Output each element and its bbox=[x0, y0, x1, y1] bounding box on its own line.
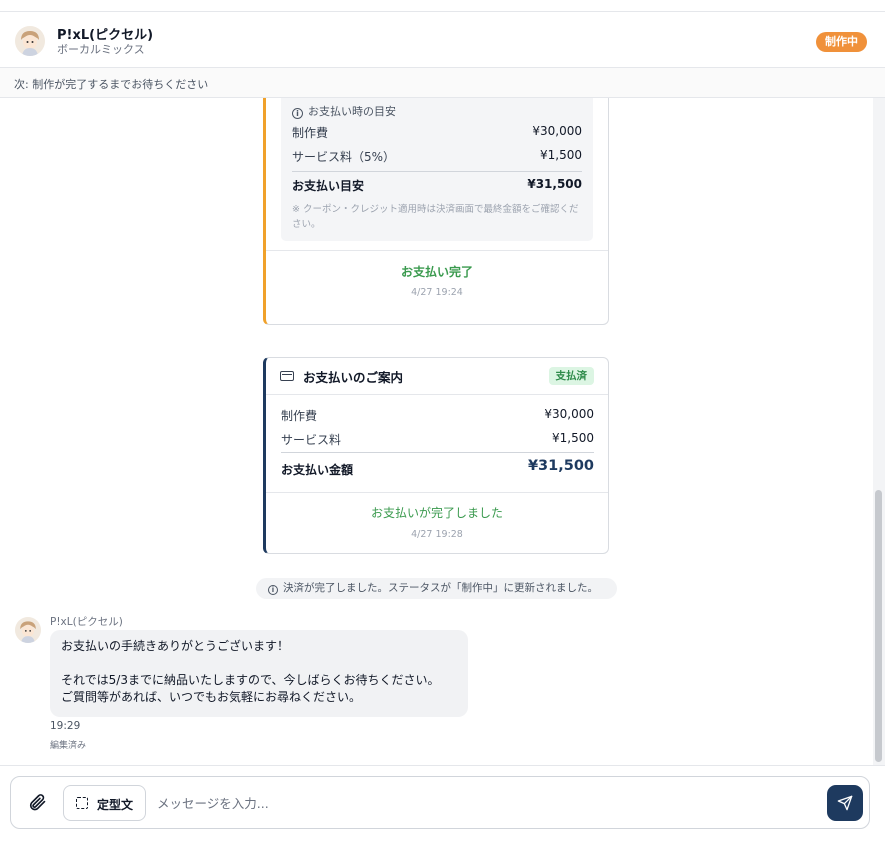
message-line: お支払いの手続きありがとうございます！ bbox=[61, 639, 290, 653]
payment-row-total: お支払い金額 ¥31,500 bbox=[281, 458, 594, 477]
message-line: ご質問等があれば、いつでもお気軽にお尋ねください。 bbox=[61, 690, 362, 704]
chat-header: P!xL(ピクセル) ボーカルミックス 制作中 bbox=[0, 12, 885, 68]
payment-card-title: お支払いのご案内 bbox=[303, 370, 404, 385]
composer: 定型文 bbox=[10, 776, 870, 829]
send-icon bbox=[837, 795, 853, 811]
message-bubble: お支払いの手続きありがとうございます！ それでは5/3までに納品いたしますので、… bbox=[50, 630, 468, 717]
template-button-label: 定型文 bbox=[97, 798, 134, 812]
info-icon: i bbox=[268, 585, 278, 595]
service-name: ボーカルミックス bbox=[57, 43, 145, 56]
info-icon: i bbox=[292, 108, 303, 119]
estimate-row-service: サービス料（5%） ¥1,500 bbox=[292, 148, 582, 164]
divider bbox=[281, 452, 594, 453]
estimate-note: ※ クーポン・クレジット適用時は決済画面で最終金額をご確認ください。 bbox=[292, 204, 579, 230]
status-badge: 制作中 bbox=[816, 32, 867, 52]
credit-card-icon bbox=[280, 371, 294, 381]
scrollbar[interactable] bbox=[873, 98, 885, 765]
system-message: i 決済が完了しました。ステータスが「制作中」に更新されました。 bbox=[256, 578, 617, 599]
message-line: それでは5/3までに納品いたしますので、今しばらくお待ちください。 bbox=[61, 673, 440, 687]
message-list[interactable]: i お支払い時の目安 制作費 ¥30,000 サービス料（5%） ¥1,500 お支払… bbox=[0, 98, 873, 765]
message-input[interactable] bbox=[157, 785, 817, 821]
edited-label: 編集済み bbox=[50, 741, 87, 751]
scrollbar-thumb[interactable] bbox=[875, 490, 882, 762]
payment-row-fee: 制作費 ¥30,000 bbox=[281, 407, 594, 423]
estimate-card: i お支払い時の目安 制作費 ¥30,000 サービス料（5%） ¥1,500 お支払… bbox=[263, 98, 609, 325]
payment-complete-label: お支払いが完了しました bbox=[370, 506, 503, 520]
composer-area: 定型文 bbox=[0, 765, 885, 845]
dashed-square-icon bbox=[76, 797, 88, 809]
window-top-bar bbox=[0, 0, 885, 12]
sender-avatar[interactable] bbox=[15, 617, 41, 643]
estimate-box: i お支払い時の目安 制作費 ¥30,000 サービス料（5%） ¥1,500 お支払… bbox=[281, 98, 593, 241]
estimate-title: i お支払い時の目安 bbox=[292, 103, 396, 119]
payment-complete-label: お支払い完了 bbox=[400, 265, 473, 279]
card-timestamp: 4/27 19:28 bbox=[411, 529, 463, 540]
divider bbox=[266, 394, 608, 395]
chat-app: P!xL(ピクセル) ボーカルミックス 制作中 次: 制作が完了するまでお待ちく… bbox=[0, 0, 885, 845]
estimate-row-total: お支払い目安 ¥31,500 bbox=[292, 177, 582, 193]
payment-row-service: サービス料 ¥1,500 bbox=[281, 431, 594, 447]
next-step-bar: 次: 制作が完了するまでお待ちください bbox=[0, 68, 885, 98]
message-time: 19:29 bbox=[50, 720, 81, 732]
divider bbox=[266, 250, 608, 251]
next-step-text: 次: 制作が完了するまでお待ちください bbox=[14, 78, 209, 91]
card-timestamp: 4/27 19:24 bbox=[411, 287, 463, 298]
payment-card: お支払いのご案内 支払済 制作費 ¥30,000 サービス料 ¥1,500 お支払い… bbox=[263, 357, 609, 554]
divider bbox=[292, 171, 582, 172]
paperclip-icon[interactable] bbox=[27, 792, 47, 812]
template-button[interactable]: 定型文 bbox=[63, 785, 146, 821]
send-button[interactable] bbox=[827, 785, 863, 821]
creator-avatar[interactable] bbox=[15, 26, 45, 56]
paid-badge: 支払済 bbox=[548, 367, 594, 385]
sender-name: P!xL(ピクセル) bbox=[50, 616, 123, 628]
estimate-row-fee: 制作費 ¥30,000 bbox=[292, 124, 582, 140]
divider bbox=[266, 492, 608, 493]
